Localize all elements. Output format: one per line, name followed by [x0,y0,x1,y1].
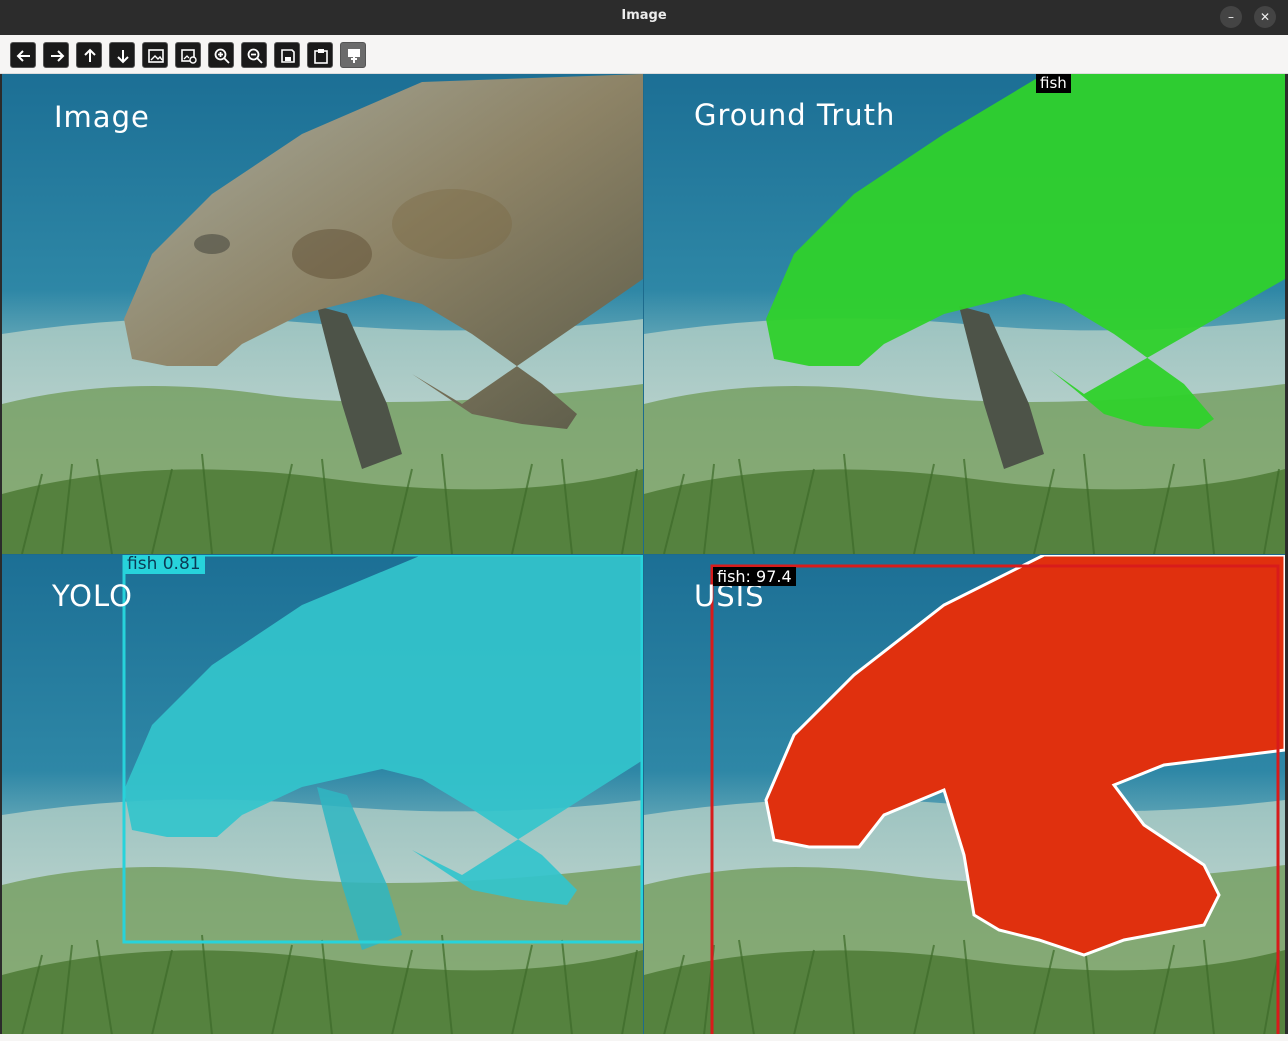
panel-ground-truth: Ground Truth fish [644,74,1285,554]
panel-usis: USIS fish: 97.4 [644,555,1285,1034]
image-settings-icon[interactable] [175,42,201,68]
arrow-up-icon[interactable] [76,42,102,68]
status-bar [0,1034,1288,1041]
panel-label-yolo: YOLO [52,579,133,613]
arrow-down-icon[interactable] [109,42,135,68]
clipboard-icon[interactable] [307,42,333,68]
image-icon[interactable] [142,42,168,68]
properties-icon[interactable] [340,42,366,68]
save-icon[interactable] [274,42,300,68]
close-button[interactable]: ✕ [1254,6,1276,28]
panel-image: Image [2,74,643,554]
image-canvas[interactable]: Image Ground Truth fish YOLO fish 0.81 U… [2,74,1285,1034]
zoom-in-icon[interactable] [208,42,234,68]
panel-label-ground-truth: Ground Truth [694,98,896,132]
arrow-right-icon[interactable] [43,42,69,68]
usis-class-tag: fish: 97.4 [713,567,796,586]
window-titlebar: Image – ✕ [0,0,1288,35]
zoom-out-icon[interactable] [241,42,267,68]
minimize-button[interactable]: – [1220,6,1242,28]
gt-class-tag: fish [1036,74,1071,93]
panel-label-image: Image [54,100,150,134]
window-title: Image [621,8,667,23]
arrow-left-icon[interactable] [10,42,36,68]
panel-yolo: YOLO fish 0.81 [2,555,643,1034]
yolo-class-tag: fish 0.81 [123,555,205,574]
toolbar [0,35,1288,74]
